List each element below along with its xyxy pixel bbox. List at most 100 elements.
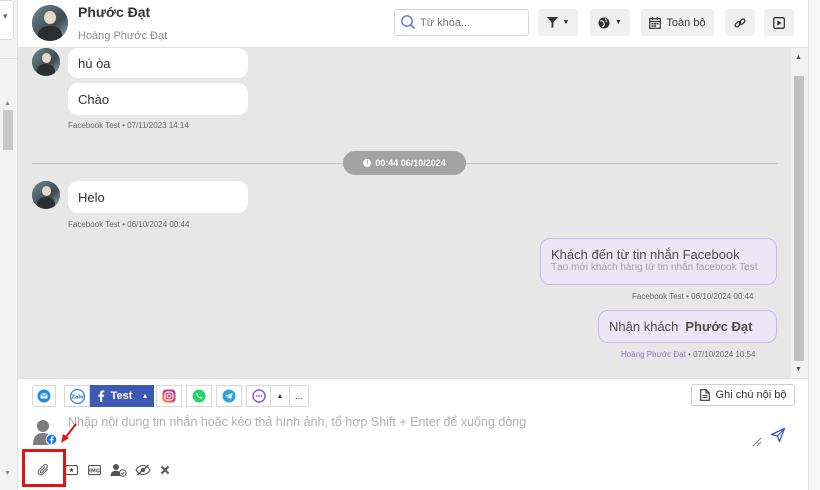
hide-button[interactable] [135, 463, 151, 477]
channel-tab-zalo[interactable]: Zalo [64, 385, 90, 407]
message-text: Helo [78, 189, 105, 205]
filter-icon [546, 17, 558, 28]
telegram-icon [222, 389, 236, 403]
message-text: hú òa [78, 55, 111, 71]
date-divider-text: 00:44 06/10/2024 [375, 158, 446, 168]
message-meta: Facebook Test • 06/10/2024 00:44 [632, 292, 754, 301]
message-input-placeholder: Nhập nội dung tin nhắn hoặc kéo thả hình… [68, 415, 527, 429]
document-icon [699, 389, 710, 401]
gallery-icon: IMG [87, 465, 101, 476]
more-label: ... [294, 390, 304, 402]
svg-text:Zalo: Zalo [71, 394, 84, 400]
channel-tab-messenger[interactable] [246, 385, 272, 407]
close-conversation-button[interactable] [158, 463, 172, 477]
whatsapp-icon [192, 389, 206, 403]
globe-icon [598, 17, 610, 28]
close-icon [160, 465, 170, 475]
outgoing-message[interactable]: Khách đến từ tin nhắn Facebook Tạo mới k… [540, 238, 777, 285]
message-composer: Zalo Test ▲ ▲ ... Ghi chú nội bộ Nhập nộ… [18, 378, 808, 490]
channel-tab-email[interactable] [32, 385, 56, 407]
play-icon [773, 16, 785, 29]
scope-label: Toàn bộ [666, 16, 706, 29]
message-text: Nhận khách [609, 319, 679, 334]
send-button[interactable] [770, 427, 786, 448]
message-title: Khách đến từ tin nhắn Facebook [551, 247, 740, 262]
message-scrollbar[interactable]: ▲ ▼ [791, 48, 808, 378]
svg-text:IMG: IMG [89, 469, 100, 475]
annotation-arrow-icon [61, 423, 77, 443]
channel-tab-telegram[interactable] [216, 385, 242, 407]
message-input[interactable]: Nhập nội dung tin nhắn hoặc kéo thả hình… [68, 415, 758, 451]
active-channel-label: Test [110, 390, 133, 402]
message-highlight-name: Phước Đạt [685, 319, 753, 334]
channel-collapse-button[interactable]: ▲ [270, 385, 290, 407]
contact-name[interactable]: Phước Đạt [78, 4, 150, 20]
email-channel-icon [37, 389, 51, 403]
star-card-icon [64, 465, 78, 476]
scope-button[interactable]: Toàn bộ [641, 9, 714, 36]
link-icon [734, 17, 746, 28]
left-panel-edge: ▾ ▲ ▼ [0, 0, 18, 490]
divider [0, 58, 18, 59]
left-scrollbar-thumb[interactable] [3, 110, 13, 150]
chevron-down-icon: ▼ [562, 19, 570, 26]
resize-handle-icon[interactable] [752, 437, 762, 447]
message-subtitle: Tạo mới khách hàng từ tin nhắn facebook … [551, 262, 758, 273]
channel-more-button[interactable]: ... [289, 385, 309, 407]
chevron-down-icon: ▾ [3, 11, 8, 21]
scroll-down-icon[interactable]: ▼ [4, 470, 11, 477]
app-root: ▾ ▲ ▼ Phước Đạt Hoàng Phước Đạt ▼ ▼ Toàn… [0, 0, 820, 490]
image-gallery-button[interactable]: IMG [87, 463, 101, 477]
chat-bubble-icon [252, 389, 266, 403]
chevron-up-icon: ▲ [276, 392, 284, 400]
chevron-up-icon[interactable]: ▲ [141, 393, 148, 400]
customer-avatar [32, 417, 58, 447]
outgoing-message[interactable]: Nhận khách Phước Đạt [598, 310, 777, 343]
incoming-message[interactable]: Helo [68, 181, 248, 213]
annotation-highlight-box [22, 449, 66, 487]
channel-tab-instagram[interactable] [156, 385, 182, 407]
user-check-icon [110, 464, 127, 477]
incoming-message[interactable]: hú òa [68, 48, 248, 78]
channel-tab-facebook-active[interactable]: Test ▲ [90, 385, 154, 407]
date-divider: i 00:44 06/10/2024 [343, 151, 466, 175]
scroll-up-icon[interactable]: ▲ [795, 54, 802, 61]
conversation-header: Phước Đạt Hoàng Phước Đạt ▼ ▼ Toàn bộ [18, 0, 808, 48]
message-text: Chào [78, 91, 110, 107]
eye-slash-icon [135, 464, 151, 476]
contact-subname: Hoàng Phước Đạt [78, 30, 168, 42]
chevron-down-icon: ▼ [615, 19, 622, 26]
message-meta: Hoàng Phước Đạt • 07/10/2024 10:54 [621, 350, 755, 359]
left-dropdown-stub[interactable]: ▾ [0, 0, 14, 40]
scrollbar-thumb[interactable] [794, 76, 804, 361]
calendar-icon [649, 16, 662, 29]
search-icon [401, 15, 416, 30]
search-input[interactable] [420, 14, 520, 32]
language-button[interactable]: ▼ [590, 9, 630, 36]
sender-avatar[interactable] [32, 48, 60, 76]
link-button[interactable] [725, 9, 755, 36]
message-meta-author: Hoàng Phước Đạt [621, 350, 686, 359]
internal-note-button[interactable]: Ghi chú nội bộ [691, 384, 795, 406]
scroll-down-icon[interactable]: ▼ [795, 366, 802, 373]
message-meta: Facebook Test • 06/10/2024 00:44 [68, 220, 190, 229]
internal-note-label: Ghi chú nội bộ [715, 389, 787, 401]
template-button[interactable] [64, 463, 78, 477]
scroll-up-icon[interactable]: ▲ [4, 100, 11, 107]
assign-user-button[interactable] [110, 463, 127, 477]
facebook-icon [97, 390, 105, 402]
message-meta: Facebook Test • 07/11/2023 14:14 [68, 121, 189, 130]
zalo-icon: Zalo [69, 388, 85, 404]
sender-avatar[interactable] [32, 181, 60, 209]
message-list[interactable]: hú òa Chào Facebook Test • 07/11/2023 14… [18, 48, 791, 378]
send-icon [770, 427, 786, 443]
channel-tab-whatsapp[interactable] [186, 385, 212, 407]
search-box[interactable] [394, 9, 529, 36]
contact-avatar[interactable] [32, 5, 68, 41]
play-button[interactable] [764, 9, 794, 36]
message-meta-time: • 07/10/2024 10:54 [688, 350, 756, 359]
filter-button[interactable]: ▼ [538, 9, 578, 36]
info-icon: i [363, 159, 372, 167]
user-silhouette-icon [33, 420, 58, 446]
incoming-message[interactable]: Chào [68, 83, 248, 115]
